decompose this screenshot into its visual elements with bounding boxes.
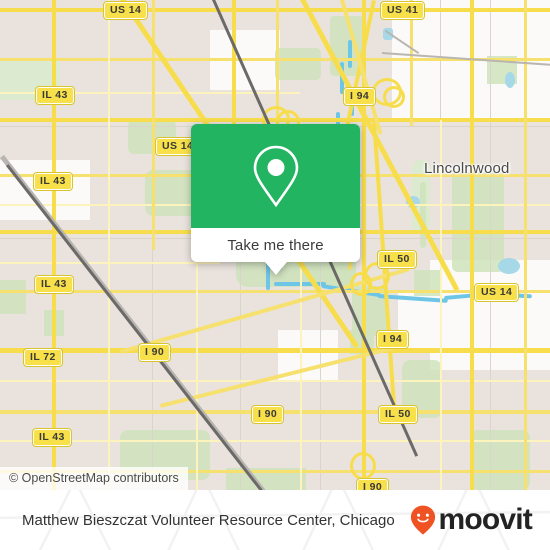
local-road bbox=[0, 440, 550, 442]
river bbox=[348, 40, 352, 68]
road-shield: IL 43 bbox=[32, 428, 72, 447]
map-canvas[interactable]: US 14 US 41 IL 43 I 94 US 14 IL 43 IL 50… bbox=[0, 0, 550, 490]
park-area bbox=[452, 172, 504, 272]
road-shield: IL 43 bbox=[33, 172, 73, 191]
road-shield: IL 50 bbox=[377, 250, 417, 269]
location-popup[interactable]: Take me there bbox=[191, 124, 360, 275]
moovit-pin-icon bbox=[411, 505, 436, 535]
place-label-lincolnwood: Lincolnwood bbox=[424, 160, 510, 177]
place-title: Matthew Bieszczat Volunteer Resource Cen… bbox=[22, 511, 395, 529]
highway bbox=[524, 0, 527, 490]
interchange-loop bbox=[350, 452, 376, 480]
road-shield: I 90 bbox=[250, 405, 285, 424]
lake bbox=[498, 258, 520, 274]
park-area bbox=[275, 48, 321, 80]
lake bbox=[505, 72, 515, 88]
minor-road bbox=[152, 238, 153, 490]
footer-bar: Matthew Bieszczat Volunteer Resource Cen… bbox=[0, 490, 550, 550]
moovit-wordmark: moovit bbox=[438, 503, 532, 536]
highway bbox=[0, 290, 550, 293]
road-shield: US 14 bbox=[473, 283, 520, 302]
highway bbox=[0, 8, 550, 12]
map-pin-icon bbox=[250, 143, 302, 209]
road-shield: I 90 bbox=[137, 343, 172, 362]
highway bbox=[0, 348, 550, 353]
take-me-there-label: Take me there bbox=[227, 236, 324, 254]
highway bbox=[52, 0, 56, 490]
road-shield: IL 72 bbox=[23, 348, 63, 367]
road-shield: US 14 bbox=[102, 1, 149, 20]
minor-road bbox=[320, 250, 321, 490]
local-road bbox=[196, 250, 198, 490]
road-shield: IL 43 bbox=[35, 86, 75, 105]
minor-road bbox=[240, 250, 241, 490]
local-road bbox=[108, 0, 110, 490]
road-shield: I 94 bbox=[342, 87, 377, 106]
road-shield: US 41 bbox=[379, 1, 426, 20]
park-area bbox=[470, 430, 530, 490]
popup-header bbox=[191, 124, 360, 228]
local-road bbox=[0, 380, 550, 382]
interchange-loop bbox=[383, 86, 405, 108]
road-shield: I 94 bbox=[375, 330, 410, 349]
minor-road bbox=[490, 0, 491, 490]
highway bbox=[470, 0, 474, 490]
road-shield: I 90 bbox=[355, 478, 390, 490]
take-me-there-button[interactable]: Take me there bbox=[191, 228, 360, 262]
park-area bbox=[0, 280, 26, 314]
map-attribution[interactable]: © OpenStreetMap contributors bbox=[0, 467, 188, 490]
highway bbox=[152, 0, 155, 250]
road-shield: IL 50 bbox=[378, 405, 418, 424]
local-road bbox=[0, 262, 220, 264]
moovit-logo[interactable]: moovit bbox=[410, 503, 533, 536]
map-screen: US 14 US 41 IL 43 I 94 US 14 IL 43 IL 50… bbox=[0, 0, 550, 550]
road-shield: IL 43 bbox=[34, 275, 74, 294]
popup-pointer bbox=[264, 262, 287, 275]
highway bbox=[232, 0, 236, 126]
